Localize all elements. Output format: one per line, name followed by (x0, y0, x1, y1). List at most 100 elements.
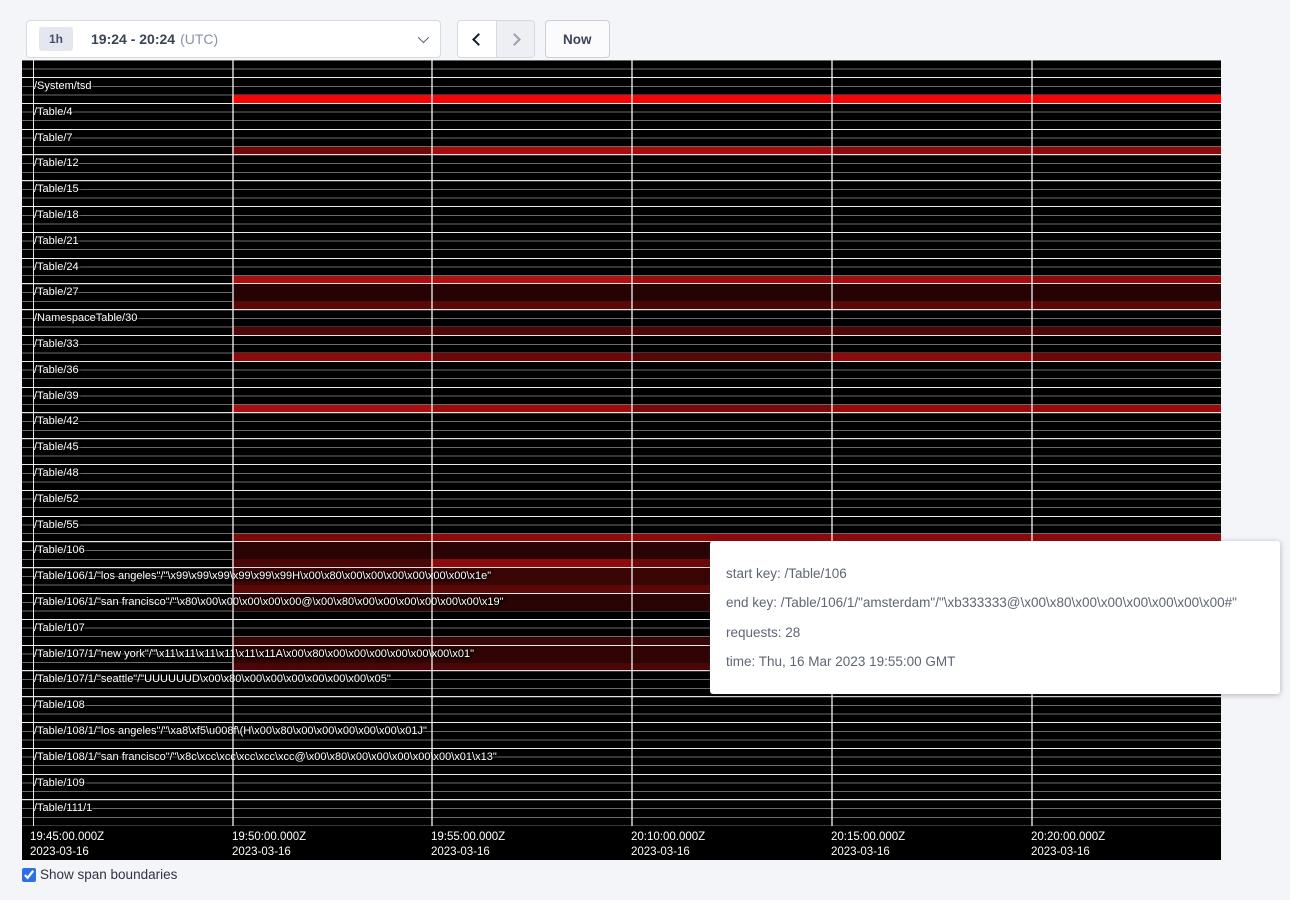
heat-band (431, 276, 631, 284)
heat-band (232, 559, 431, 567)
row-tint-band (232, 284, 1221, 301)
heat-band (232, 663, 431, 671)
row-label: /Table/109 (34, 777, 85, 789)
heatmap-row[interactable]: /Table/36 (22, 361, 1221, 387)
time-gridline (1031, 60, 1033, 831)
time-range-selector[interactable]: 1h 19:24 - 20:24 (UTC) (26, 20, 441, 58)
row-label: /Table/33 (34, 338, 79, 350)
row-label: /Table/36 (34, 364, 79, 376)
row-label: /Table/39 (34, 390, 79, 402)
heatmap-row[interactable]: /Table/39 (22, 387, 1221, 413)
time-gridline (631, 60, 633, 831)
heat-band (431, 534, 631, 542)
heat-band (631, 147, 831, 155)
heat-band (431, 147, 631, 155)
heat-band (431, 559, 631, 567)
time-axis-label: 20:20:00.000Z2023-03-16 (1031, 830, 1105, 860)
time-axis-label: 19:50:00.000Z2023-03-16 (232, 830, 306, 860)
heat-band (631, 301, 831, 309)
heat-band (631, 276, 831, 284)
show-span-boundaries-toggle[interactable]: Show span boundaries (22, 867, 177, 882)
span-tooltip: start key: /Table/106 end key: /Table/10… (710, 541, 1280, 694)
row-label: /Table/27 (34, 286, 79, 298)
heat-band (232, 585, 431, 593)
row-label: /Table/18 (34, 209, 79, 221)
heatmap-row[interactable]: /Table/48 (22, 464, 1221, 490)
heat-band (431, 301, 631, 309)
heatmap-row[interactable]: /Table/4 (22, 103, 1221, 129)
heat-band (1031, 276, 1221, 284)
row-label: /Table/4 (34, 106, 73, 118)
heat-band (1031, 327, 1221, 335)
heatmap-row[interactable]: /Table/7 (22, 129, 1221, 155)
row-label: /Table/12 (34, 157, 79, 169)
next-range-button[interactable] (496, 21, 534, 57)
time-axis: 19:45:00.000Z2023-03-16 19:50:00.000Z2023… (22, 826, 1221, 860)
prev-range-button[interactable] (458, 21, 496, 57)
heatmap-row[interactable]: /System/tsd (22, 77, 1221, 103)
heat-band (1031, 405, 1221, 413)
span-boundaries-checkbox[interactable] (22, 868, 36, 882)
tooltip-end-key: end key: /Table/106/1/"amsterdam"/"\xb33… (726, 595, 1264, 610)
heat-band (831, 353, 1031, 361)
time-axis-label: 19:55:00.000Z2023-03-16 (431, 830, 505, 860)
now-button[interactable]: Now (545, 20, 610, 58)
heat-band (232, 147, 431, 155)
heat-band (831, 301, 1031, 309)
heat-band (431, 405, 631, 413)
heat-band (1031, 301, 1221, 309)
heatmap-row[interactable]: /Table/15 (22, 180, 1221, 206)
row-label: /Table/108 (34, 699, 85, 711)
heat-band (232, 95, 431, 103)
heatmap-row[interactable]: /Table/108/1/"san francisco"/"\x8c\xcc\x… (22, 748, 1221, 774)
heatmap-row[interactable]: /Table/12 (22, 154, 1221, 180)
heat-band (232, 405, 431, 413)
heatmap-row[interactable]: /Table/108/1/"los angeles"/"\xa8\xf5\u00… (22, 722, 1221, 748)
row-label: /System/tsd (34, 80, 91, 92)
heatmap-rows: /System/tsd/Table/4/Table/7/Table/12/Tab… (22, 60, 1221, 826)
heat-band (631, 353, 831, 361)
heatmap-row[interactable]: /Table/111/1 (22, 799, 1221, 825)
row-label: /Table/107/1/"new york"/"\x11\x11\x11\x1… (34, 648, 474, 660)
time-gridline (831, 60, 833, 831)
heat-band (831, 276, 1031, 284)
heatmap-row[interactable]: /NamespaceTable/30 (22, 309, 1221, 335)
heatmap-row[interactable]: /Table/33 (22, 335, 1221, 361)
heatmap-row[interactable]: /Table/45 (22, 438, 1221, 464)
heatmap-row[interactable]: /Table/24 (22, 258, 1221, 284)
row-label: /Table/52 (34, 493, 79, 505)
key-visualizer-canvas[interactable]: /System/tsd/Table/4/Table/7/Table/12/Tab… (22, 60, 1221, 860)
heat-band (431, 353, 631, 361)
heatmap-row[interactable]: /Table/18 (22, 206, 1221, 232)
heat-band (232, 534, 431, 542)
heat-band (431, 327, 631, 335)
heat-band (831, 95, 1031, 103)
tooltip-start-key: start key: /Table/106 (726, 566, 1264, 581)
heatmap-row[interactable]: /Table/42 (22, 412, 1221, 438)
range-timezone: (UTC) (180, 31, 218, 47)
heat-band (831, 327, 1031, 335)
range-text: 19:24 - 20:24 (91, 31, 175, 47)
heat-band (1031, 147, 1221, 155)
heatmap-row[interactable]: /Table/21 (22, 232, 1221, 258)
heatmap-row[interactable]: /Table/27 (22, 283, 1221, 309)
tooltip-requests: requests: 28 (726, 625, 1264, 640)
heat-band (631, 327, 831, 335)
time-gridline (431, 60, 433, 831)
heat-band (631, 405, 831, 413)
heatmap-row[interactable]: /Table/109 (22, 774, 1221, 800)
row-label: /Table/106/1/"san francisco"/"\x80\x00\x… (34, 596, 504, 608)
row-label: /Table/55 (34, 519, 79, 531)
row-label: /Table/108/1/"san francisco"/"\x8c\xcc\x… (34, 751, 497, 763)
row-label: /Table/111/1 (34, 802, 92, 814)
heat-band (232, 301, 431, 309)
heatmap-row[interactable]: /Table/108 (22, 696, 1221, 722)
heat-band (232, 353, 431, 361)
chevron-down-icon (418, 32, 429, 43)
row-label: /Table/107 (34, 622, 85, 634)
time-nav-group (457, 20, 535, 58)
time-axis-label: 19:45:00.000Z2023-03-16 (30, 830, 104, 860)
heatmap-row[interactable]: /Table/52 (22, 490, 1221, 516)
heatmap-row[interactable]: /Table/55 (22, 516, 1221, 542)
heat-band (431, 663, 631, 671)
